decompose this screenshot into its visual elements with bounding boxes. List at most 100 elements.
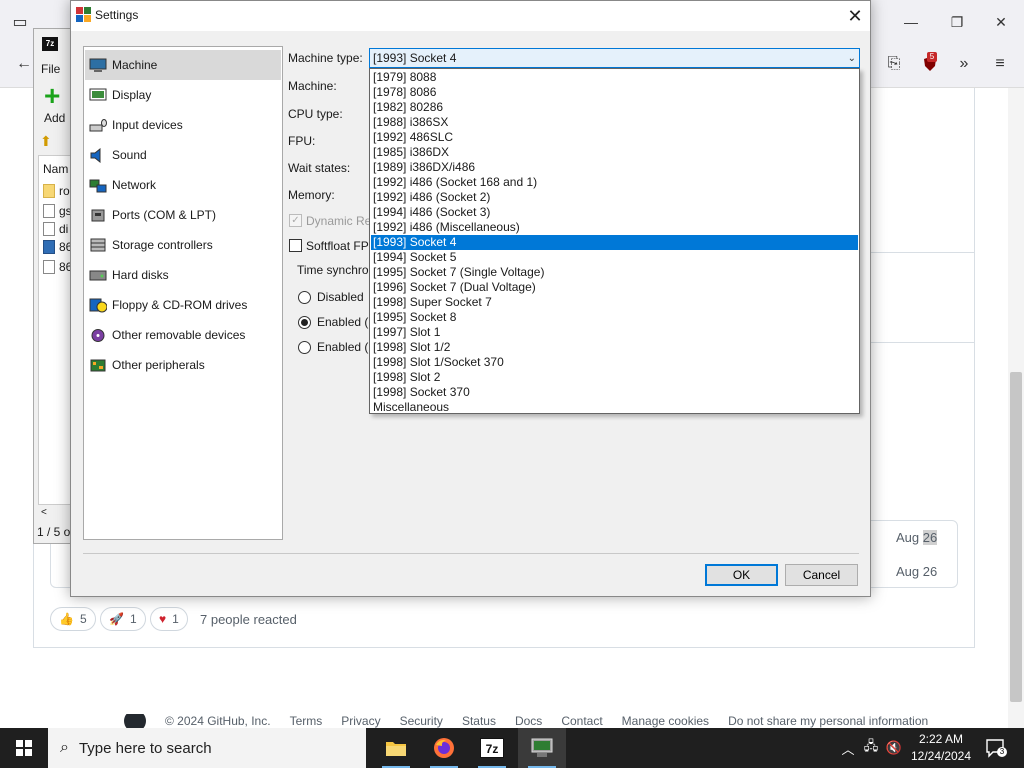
github-logo-icon[interactable]: [124, 714, 146, 728]
machine-type-option[interactable]: [1992] i486 (Socket 168 and 1): [371, 175, 858, 190]
taskbar-search-box[interactable]: ⌕ Type here to search: [48, 728, 366, 768]
comment-date[interactable]: Aug 26: [896, 564, 937, 579]
horizontal-scrollbar[interactable]: <: [38, 505, 72, 521]
reaction-thumbs-up[interactable]: 👍 5: [50, 607, 96, 631]
machine-type-option[interactable]: [1998] Super Socket 7: [371, 295, 858, 310]
machine-type-option[interactable]: [1998] Slot 2: [371, 370, 858, 385]
machine-type-option[interactable]: [1995] Socket 8: [371, 310, 858, 325]
category-ports[interactable]: Ports (COM & LPT): [85, 200, 281, 230]
time-sync-enabled-local-radio[interactable]: [298, 316, 311, 329]
category-sound[interactable]: Sound: [85, 140, 281, 170]
machine-type-option[interactable]: [1995] Socket 7 (Single Voltage): [371, 265, 858, 280]
86box-app-icon: [76, 7, 92, 23]
machine-type-option[interactable]: [1988] i386SX: [371, 115, 858, 130]
list-item[interactable]: ro: [43, 184, 70, 198]
footer-link-privacy[interactable]: Privacy: [341, 714, 380, 728]
footer-link-contact[interactable]: Contact: [561, 714, 602, 728]
page-scrollbar-thumb[interactable]: [1010, 372, 1022, 702]
machine-type-option[interactable]: [1992] 486SLC: [371, 130, 858, 145]
comment-date[interactable]: Aug 26: [896, 530, 938, 545]
footer-link-docs[interactable]: Docs: [515, 714, 542, 728]
taskbar-7zip[interactable]: 7z: [468, 728, 516, 768]
column-header-name[interactable]: Nam: [43, 162, 68, 176]
category-hard-disks[interactable]: Hard disks: [85, 260, 281, 290]
add-button-label[interactable]: Add: [44, 111, 65, 125]
add-plus-icon[interactable]: +: [44, 82, 66, 110]
reaction-heart[interactable]: ♥ 1: [150, 607, 188, 631]
scroll-left-arrow-icon[interactable]: <: [41, 507, 47, 518]
cancel-button[interactable]: Cancel: [785, 564, 858, 586]
taskbar-file-explorer[interactable]: [372, 728, 420, 768]
machine-type-option[interactable]: [1985] i386DX: [371, 145, 858, 160]
dynamic-recompiler-checkbox[interactable]: ✓: [289, 214, 302, 227]
machine-type-option[interactable]: [1982] 80286: [371, 100, 858, 115]
machine-type-option[interactable]: [1998] Slot 1/2: [371, 340, 858, 355]
footer-link-security[interactable]: Security: [400, 714, 443, 728]
menu-file[interactable]: File: [41, 62, 60, 76]
list-item[interactable]: gs: [43, 204, 72, 218]
machine-type-option[interactable]: Miscellaneous: [371, 400, 858, 413]
machine-type-option[interactable]: [1993] Socket 4: [371, 235, 858, 250]
footer-link-do-not-share[interactable]: Do not share my personal information: [728, 714, 928, 728]
category-floppy-cdrom[interactable]: Floppy & CD-ROM drives: [85, 290, 281, 320]
list-item[interactable]: 86: [43, 240, 72, 254]
taskbar-clock[interactable]: 2:22 AM 12/24/2024: [905, 731, 977, 765]
tab-overview-icon[interactable]: ▭: [6, 8, 34, 36]
category-display[interactable]: Display: [85, 80, 281, 110]
machine-type-option[interactable]: [1998] Socket 370: [371, 385, 858, 400]
minimize-button[interactable]: —: [888, 8, 934, 36]
close-window-button[interactable]: ✕: [978, 8, 1024, 36]
notification-center-icon[interactable]: 3: [984, 737, 1007, 759]
restore-button[interactable]: ❐: [934, 8, 980, 36]
category-other-peripherals[interactable]: Other peripherals: [85, 350, 281, 380]
category-network[interactable]: Network: [85, 170, 281, 200]
tray-overflow-chevron-icon[interactable]: ︿: [838, 728, 858, 768]
reacted-summary[interactable]: 7 people reacted: [200, 612, 297, 627]
taskbar-86box[interactable]: [518, 728, 566, 768]
machine-type-option[interactable]: [1989] i386DX/i486: [371, 160, 858, 175]
file-list[interactable]: Nam ro gs di 86 86: [38, 155, 72, 505]
overflow-chevrons-icon[interactable]: »: [950, 50, 978, 78]
footer-link-terms[interactable]: Terms: [290, 714, 323, 728]
7zip-window[interactable]: 7z File + Add ⬆ Nam ro gs di 86 86 < 1 /…: [33, 28, 73, 544]
settings-dialog[interactable]: Settings ✕ Machine Display Input devices…: [70, 0, 871, 597]
dialog-title-bar[interactable]: Settings ✕: [71, 1, 870, 31]
category-input-devices[interactable]: Input devices: [85, 110, 281, 140]
network-icon[interactable]: 🖧: [860, 728, 882, 768]
dialog-close-button[interactable]: ✕: [841, 4, 869, 28]
machine-type-option[interactable]: [1979] 8088: [371, 70, 858, 85]
footer-link-manage-cookies[interactable]: Manage cookies: [622, 714, 709, 728]
machine-type-option[interactable]: [1994] i486 (Socket 3): [371, 205, 858, 220]
taskbar-firefox[interactable]: [420, 728, 468, 768]
machine-type-option[interactable]: [1992] i486 (Miscellaneous): [371, 220, 858, 235]
machine-type-option[interactable]: [1994] Socket 5: [371, 250, 858, 265]
settings-category-list[interactable]: Machine Display Input devices Sound Netw…: [83, 46, 283, 540]
machine-type-option[interactable]: [1978] 8086: [371, 85, 858, 100]
list-item[interactable]: 86: [43, 260, 72, 274]
machine-type-dropdown-list[interactable]: [1979] 8088 [1978] 8086 [1982] 80286 [1988]…: [369, 68, 860, 414]
category-removable-devices[interactable]: Other removable devices: [85, 320, 281, 350]
time-sync-disabled-radio[interactable]: [298, 291, 311, 304]
time-sync-enabled-utc-radio[interactable]: [298, 341, 311, 354]
footer-link-status[interactable]: Status: [462, 714, 496, 728]
machine-icon: [88, 57, 107, 74]
category-machine[interactable]: Machine: [85, 50, 281, 80]
extensions-icon[interactable]: ⎘: [880, 50, 908, 78]
machine-type-option[interactable]: [1998] Slot 1/Socket 370: [371, 355, 858, 370]
softfloat-fpu-checkbox[interactable]: [289, 239, 302, 252]
volume-muted-icon[interactable]: 🔇: [884, 728, 904, 768]
machine-type-option[interactable]: [1992] i486 (Socket 2): [371, 190, 858, 205]
machine-type-combobox[interactable]: [1993] Socket 4 ⌄: [369, 48, 860, 68]
reaction-rocket[interactable]: 🚀 1: [100, 607, 146, 631]
machine-type-option[interactable]: [1996] Socket 7 (Dual Voltage): [371, 280, 858, 295]
category-storage-controllers[interactable]: Storage controllers: [85, 230, 281, 260]
label-cpu-type: CPU type:: [288, 107, 343, 121]
chevron-down-icon[interactable]: ⌄: [848, 50, 856, 68]
list-item[interactable]: di: [43, 222, 68, 236]
thumbs-up-icon: 👍: [59, 612, 74, 626]
menu-hamburger-icon[interactable]: ≡: [986, 50, 1014, 78]
machine-type-option[interactable]: [1997] Slot 1: [371, 325, 858, 340]
folder-up-icon[interactable]: ⬆: [40, 133, 56, 149]
start-button[interactable]: [0, 728, 48, 768]
ok-button[interactable]: OK: [705, 564, 778, 586]
